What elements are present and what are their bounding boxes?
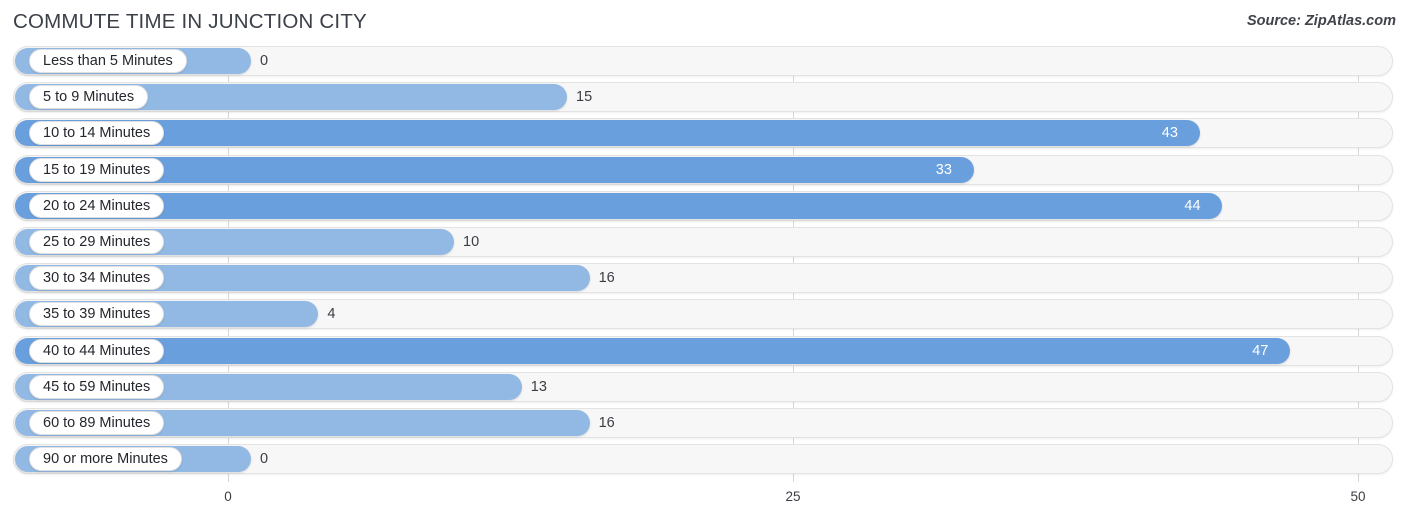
x-axis-tick: 25 <box>785 489 801 504</box>
bar-value-label: 43 <box>1161 125 1178 142</box>
bar-row[interactable]: 90 or more Minutes 0 <box>0 444 1406 475</box>
bar-category-label: 60 to 89 Minutes <box>29 410 165 435</box>
chart-header: COMMUTE TIME IN JUNCTION CITY Source: Zi… <box>0 0 1406 46</box>
x-axis: 0 25 50 <box>0 486 1406 524</box>
bar-category-label: 45 to 59 Minutes <box>29 374 165 399</box>
bar-row[interactable]: 40 to 44 Minutes 47 <box>0 335 1406 366</box>
bar-category-label: 30 to 34 Minutes <box>29 266 165 291</box>
bar-value-label: 0 <box>260 53 269 69</box>
x-axis-tick: 0 <box>224 489 232 504</box>
bar-category-label: 15 to 19 Minutes <box>29 157 165 182</box>
bar-category-label: 35 to 39 Minutes <box>29 302 165 327</box>
page-title: COMMUTE TIME IN JUNCTION CITY <box>13 10 367 33</box>
bar-value-label: 10 <box>463 233 480 250</box>
bar-value-label: 47 <box>1252 342 1269 359</box>
bar-row[interactable]: 60 to 89 Minutes 16 <box>0 407 1406 438</box>
bar-value-label: 33 <box>935 161 952 178</box>
bar-category-label: 90 or more Minutes <box>29 447 182 472</box>
bar-fill <box>15 192 1223 219</box>
bar-value-label: 44 <box>1184 197 1201 214</box>
x-axis-tick: 50 <box>1350 489 1366 504</box>
bar-value-label: 16 <box>598 414 615 431</box>
bar-category-label: 20 to 24 Minutes <box>29 193 165 218</box>
bar-row[interactable]: Less than 5 Minutes 0 <box>0 46 1406 76</box>
source-attribution: Source: ZipAtlas.com <box>1246 13 1396 29</box>
bar-value-label: 15 <box>576 89 593 106</box>
bar-fill <box>15 337 1291 364</box>
bar-row[interactable]: 35 to 39 Minutes 4 <box>0 299 1406 330</box>
bar-row[interactable]: 30 to 34 Minutes 16 <box>0 263 1406 294</box>
bar-row[interactable]: 25 to 29 Minutes 10 <box>0 226 1406 257</box>
chart-plot-area: Less than 5 Minutes 0 5 to 9 Minutes 15 10 t… <box>0 46 1406 486</box>
bar-category-label: 40 to 44 Minutes <box>29 338 165 363</box>
bar-row[interactable]: 15 to 19 Minutes 33 <box>0 154 1406 185</box>
bar-value-label: 13 <box>530 378 547 395</box>
bar-row[interactable]: 20 to 24 Minutes 44 <box>0 190 1406 221</box>
bar-category-label: 25 to 29 Minutes <box>29 229 165 254</box>
bar-fill <box>15 120 1200 147</box>
bar-value-label: 16 <box>598 270 615 287</box>
bar-row[interactable]: 45 to 59 Minutes 13 <box>0 371 1406 402</box>
bar-category-label: 10 to 14 Minutes <box>29 121 165 146</box>
bar-row[interactable]: 10 to 14 Minutes 43 <box>0 118 1406 149</box>
bar-rows: Less than 5 Minutes 0 5 to 9 Minutes 15 10 t… <box>0 46 1406 480</box>
bar-row[interactable]: 5 to 9 Minutes 15 <box>0 82 1406 113</box>
bar-value-label: 0 <box>260 451 269 468</box>
bar-value-label: 4 <box>327 306 336 323</box>
bar-category-label: Less than 5 Minutes <box>29 49 187 73</box>
bar-category-label: 5 to 9 Minutes <box>29 85 149 110</box>
